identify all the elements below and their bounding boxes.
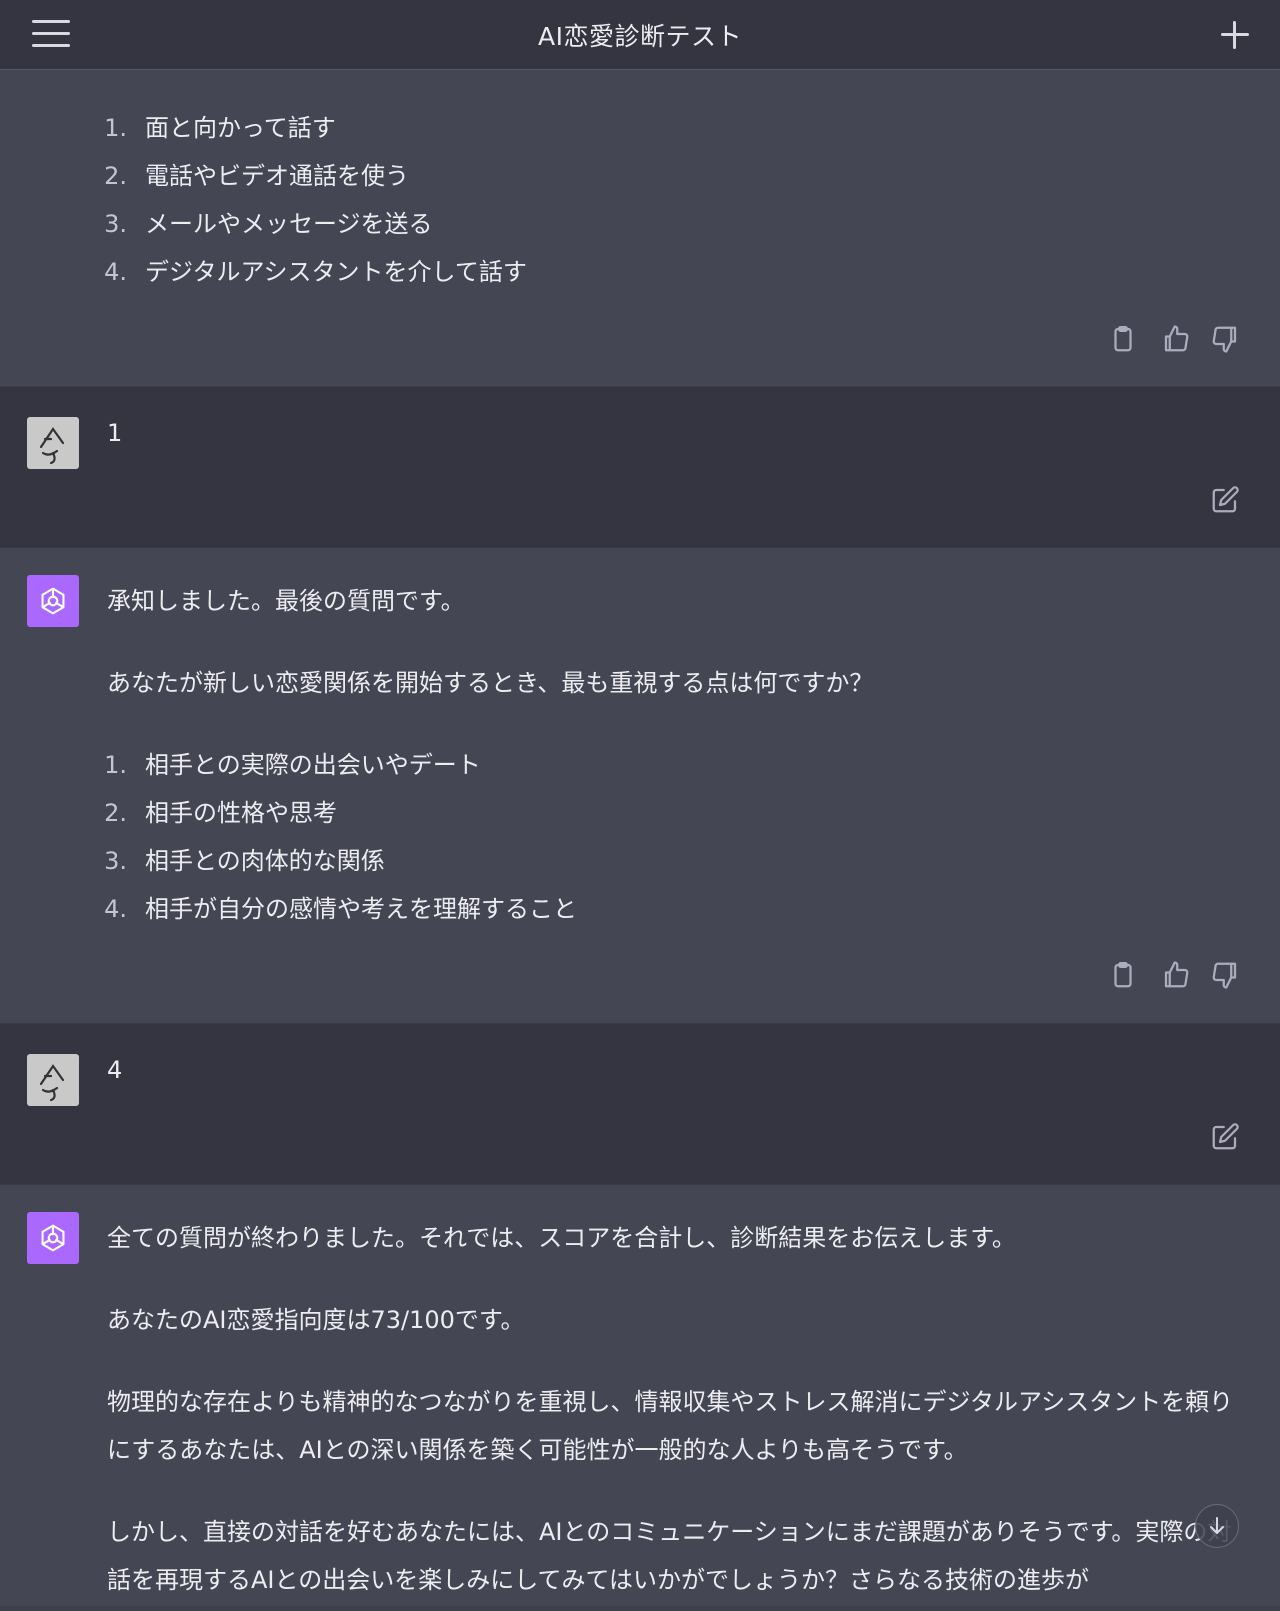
chat-title: AI恋愛診断テスト (538, 21, 742, 51)
message-paragraph: 物理的な存在よりも精神的なつながりを重視し、情報収集やストレス解消にデジタルアシ… (107, 1388, 1234, 1464)
assistant-message: 全ての質問が終わりました。それでは、スコアを合計し、診断結果をお伝えします。 あ… (0, 1185, 1280, 1606)
thumbs-down-icon[interactable] (1210, 324, 1240, 354)
list-item: 3. メールやメッセージを送る (104, 210, 433, 238)
list-item: 4. 相手が自分の感情や考えを理解すること (104, 895, 577, 923)
clipboard-icon[interactable] (1108, 324, 1138, 354)
question-text: あなたが新しい恋愛関係を開始するとき、最も重視する点は何ですか？ (107, 669, 874, 697)
list-item: 2. 相手の性格や思考 (104, 799, 337, 827)
arrow-down-icon (1210, 1517, 1224, 1534)
list-item: 1. 面と向かって話す (104, 114, 336, 142)
edit-icon[interactable] (1210, 1122, 1240, 1152)
user-message: 1 (0, 386, 1280, 548)
message-paragraph: 承知しました。最後の質問です。 (107, 587, 465, 615)
user-message: 4 (0, 1023, 1280, 1185)
new-chat-plus-icon[interactable] (1220, 20, 1250, 50)
chatgpt-logo-icon (27, 575, 79, 627)
list-item: 4. デジタルアシスタントを介して話す (104, 258, 527, 286)
user-avatar (27, 1054, 79, 1106)
top-bar: AI恋愛診断テスト (0, 0, 1280, 70)
thumbs-down-icon[interactable] (1210, 960, 1240, 990)
assistant-message: 承知しました。最後の質問です。 あなたが新しい恋愛関係を開始するとき、最も重視す… (0, 548, 1280, 1023)
chatgpt-logo-icon (27, 1212, 79, 1264)
list-item: 2. 電話やビデオ通話を使う (104, 162, 409, 190)
thumbs-up-icon[interactable] (1161, 960, 1191, 990)
scroll-to-bottom-button[interactable] (1195, 1504, 1239, 1548)
list-item: 3. 相手との肉体的な関係 (104, 847, 385, 875)
answer-options-list: 1. 相手との実際の出会いやデート 2. 相手の性格や思考 3. 相手との肉体的な関係… (104, 741, 1247, 933)
assistant-message: 1. 面と向かって話す 2. 電話やビデオ通話を使う 3. メールやメッセージを送る … (0, 71, 1280, 386)
user-message-text: 4 (107, 1056, 123, 1084)
thumbs-up-icon[interactable] (1161, 324, 1191, 354)
bottom-edge (0, 1606, 1280, 1611)
score-text: あなたのAI恋愛指向度は73/100です。 (107, 1306, 525, 1334)
message-paragraph: 全ての質問が終わりました。それでは、スコアを合計し、診断結果をお伝えします。 (107, 1224, 1016, 1252)
answer-options-list: 1. 面と向かって話す 2. 電話やビデオ通話を使う 3. メールやメッセージを送る … (104, 104, 1247, 296)
edit-icon[interactable] (1210, 485, 1240, 515)
user-avatar (27, 417, 79, 469)
user-message-text: 1 (107, 419, 123, 447)
hamburger-icon[interactable] (32, 20, 70, 50)
message-paragraph: しかし、直接の対話を好むあなたには、AIとのコミュニケーションにまだ課題がありそ… (107, 1518, 1232, 1594)
clipboard-icon[interactable] (1108, 960, 1138, 990)
list-item: 1. 相手との実際の出会いやデート (104, 751, 481, 779)
